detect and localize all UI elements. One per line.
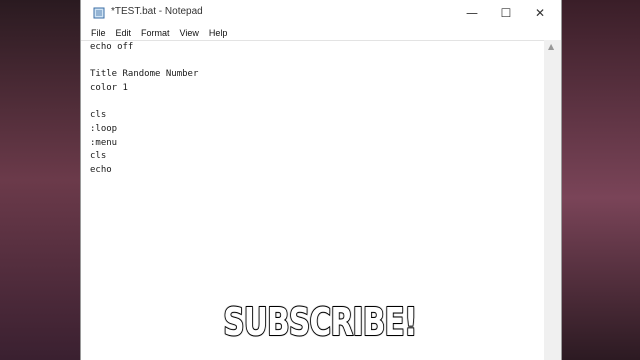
background-left bbox=[0, 0, 80, 360]
minimize-button[interactable]: — bbox=[455, 0, 489, 26]
editor-line: echo bbox=[90, 165, 112, 175]
editor-line: color 1 bbox=[90, 83, 128, 93]
subscribe-caption: SUBSCRIBE! bbox=[222, 299, 418, 345]
title-bar[interactable]: *TEST.bat - Notepad — ☐ ✕ bbox=[81, 0, 561, 26]
maximize-icon: ☐ bbox=[500, 6, 512, 20]
background-right bbox=[562, 0, 640, 360]
menu-view[interactable]: View bbox=[180, 28, 199, 38]
editor-line: cls bbox=[90, 110, 107, 120]
editor-line: :loop bbox=[90, 124, 118, 134]
editor-line: Title Randome Number bbox=[90, 69, 199, 79]
video-frame: *TEST.bat - Notepad — ☐ ✕ File Edit Form… bbox=[0, 0, 640, 360]
scroll-up-icon[interactable]: ▲ bbox=[548, 42, 554, 51]
editor-line: cls bbox=[90, 151, 107, 161]
maximize-button[interactable]: ☐ bbox=[489, 0, 523, 26]
menu-bar: File Edit Format View Help bbox=[81, 26, 561, 40]
editor-line: echo off bbox=[90, 42, 134, 52]
notepad-icon bbox=[93, 7, 105, 19]
vertical-scrollbar[interactable]: ▲ bbox=[544, 40, 561, 360]
editor-line: :menu bbox=[90, 138, 118, 148]
menu-edit[interactable]: Edit bbox=[116, 28, 132, 38]
close-button[interactable]: ✕ bbox=[523, 0, 557, 26]
menu-help[interactable]: Help bbox=[209, 28, 228, 38]
menu-file[interactable]: File bbox=[91, 28, 106, 38]
minimize-icon: — bbox=[466, 6, 478, 20]
close-icon: ✕ bbox=[534, 6, 546, 20]
menu-format[interactable]: Format bbox=[141, 28, 170, 38]
window-title: *TEST.bat - Notepad bbox=[111, 6, 203, 17]
